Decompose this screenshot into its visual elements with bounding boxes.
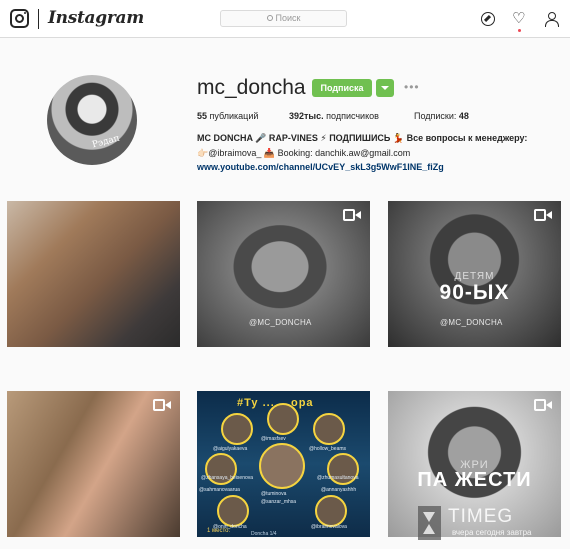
post-watermark: @MC_DONCHA — [249, 318, 312, 327]
camera-logo-icon[interactable] — [10, 9, 29, 28]
profile-username: mc_doncha — [197, 76, 306, 99]
collage-avatar — [313, 413, 345, 445]
avatar[interactable]: Рэдап — [47, 75, 137, 165]
collage-handle: @imasfsev — [261, 436, 286, 442]
profile-stats: 55 публикаций 392тыс. подписчиков Подпис… — [197, 111, 497, 123]
bio-name: MC DONCHA 🎤 RAP-VINES ⚡ ПОДПИШИСЬ 💃 Все … — [197, 133, 528, 143]
collage-handle: @ibraimovalova — [311, 524, 347, 530]
collage-handle: @annanyashhh — [321, 487, 357, 493]
bio-link[interactable]: www.youtube.com/channel/UCvEY_skL3g5WwF1… — [197, 162, 444, 172]
post-overlay-caption: 90-ЫХ — [439, 281, 510, 304]
collage-rank: 1 место: — [207, 528, 231, 534]
following-count: 48 — [458, 111, 469, 121]
posts-label: публикаций — [209, 111, 259, 121]
followers-label: подписчиков — [326, 111, 379, 121]
collage-handle: @sahmanovaarua — [199, 487, 240, 493]
instagram-wordmark[interactable]: Instagram — [48, 8, 144, 28]
post-overlay-caption: ПА ЖЕСТИ — [417, 469, 532, 491]
post-thumbnail[interactable] — [7, 201, 180, 347]
search-icon — [266, 15, 273, 21]
collage-avatar — [315, 495, 347, 527]
avatar-caption: Рэдап — [91, 133, 121, 151]
collage-avatar — [221, 413, 253, 445]
collage-subtitle: Doncha 1/4 — [251, 531, 277, 537]
collage-handle: @sanzar_mhsa — [261, 499, 297, 505]
collage-handle: @zhansaya_beisenova — [201, 475, 254, 481]
video-icon — [153, 399, 171, 411]
followers-stat[interactable]: 392тыс. подписчиков — [289, 111, 379, 121]
collage-center-avatar — [259, 443, 305, 489]
collage-avatar — [267, 403, 299, 435]
posts-stat: 55 публикаций — [197, 111, 258, 121]
bio-text: 👉🏻@ibraimova_ 📥 Booking: danchik.aw@gmai… — [197, 148, 411, 158]
search-placeholder: Поиск — [275, 13, 301, 23]
following-label: Подписки: — [414, 111, 457, 121]
post-thumbnail[interactable]: ДЕТЯМ 90-ЫХ @MC_DONCHA — [388, 201, 561, 347]
collage-avatar — [217, 495, 249, 527]
user-icon[interactable] — [545, 12, 559, 27]
post-thumbnail[interactable] — [7, 391, 180, 537]
hourglass-icon — [418, 506, 441, 540]
timeg-watermark-subtitle: вчера сегодня завтра — [452, 528, 532, 537]
post-watermark: @MC_DONCHA — [440, 318, 503, 327]
nav-divider — [38, 9, 39, 29]
follow-dropdown-button[interactable] — [376, 79, 394, 97]
heart-icon[interactable]: ♡ — [512, 11, 526, 26]
compass-icon[interactable] — [481, 12, 495, 26]
top-nav: Instagram Поиск ♡ — [0, 0, 570, 38]
video-icon — [534, 209, 552, 221]
chevron-down-icon — [381, 86, 389, 90]
video-icon — [534, 399, 552, 411]
following-stat[interactable]: Подписки: 48 — [414, 111, 469, 121]
followers-count: 392тыс. — [289, 111, 324, 121]
timeg-watermark: TIMEG — [448, 506, 514, 527]
collage-handle: @hollow_beams — [309, 446, 347, 452]
posts-count: 55 — [197, 111, 208, 121]
more-options-icon[interactable]: ••• — [404, 80, 420, 94]
post-thumbnail[interactable]: @MC_DONCHA — [197, 201, 370, 347]
video-icon — [343, 209, 361, 221]
collage-handle: @zhumasultanova — [317, 475, 359, 481]
collage-handle: @tuminova — [261, 491, 287, 497]
collage-handle: @aigulyakaeva — [213, 446, 248, 452]
follow-button[interactable]: Подписка — [312, 79, 372, 97]
notification-dot — [518, 29, 521, 32]
search-input[interactable]: Поиск — [220, 10, 347, 27]
post-thumbnail[interactable]: #Ту ... ...ора @aigulyakaeva @imasfsev @… — [197, 391, 370, 537]
